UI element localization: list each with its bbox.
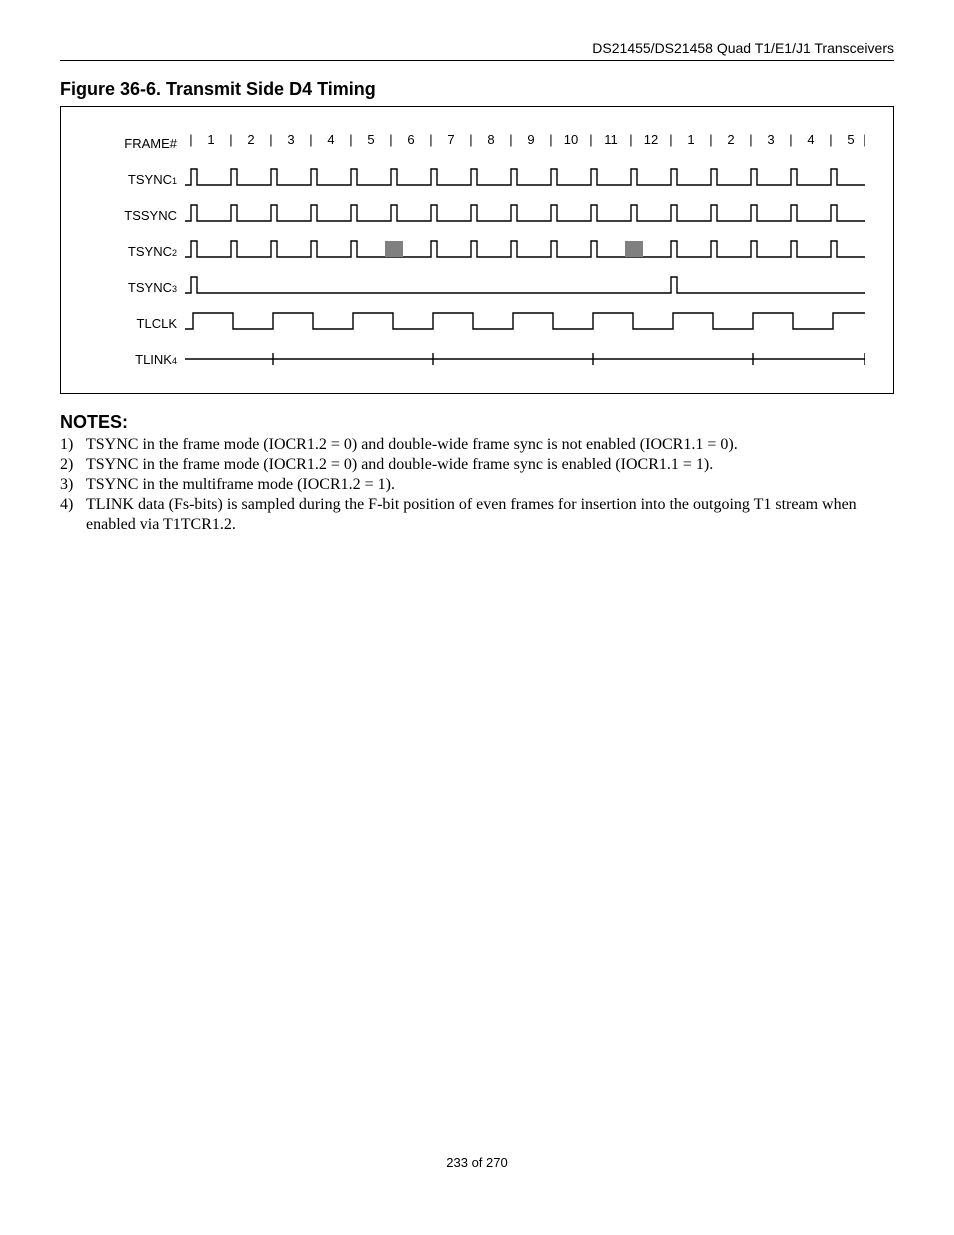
svg-text:|: | (789, 132, 792, 147)
note-item: 3) TSYNC in the multiframe mode (IOCR1.2… (60, 475, 894, 495)
note-item: 4) TLINK data (Fs-bits) is sampled durin… (60, 495, 894, 535)
frame-num: 8 (487, 132, 494, 147)
notes-list: 1) TSYNC in the frame mode (IOCR1.2 = 0)… (60, 435, 894, 535)
svg-text:|: | (469, 132, 472, 147)
waveform-tlclk (185, 309, 879, 337)
frame-num: 10 (564, 132, 578, 147)
doc-header: DS21455/DS21458 Quad T1/E1/J1 Transceive… (60, 40, 894, 56)
frame-num: 12 (644, 132, 658, 147)
svg-text:|: | (509, 132, 512, 147)
waveform-tlink4 (185, 345, 879, 373)
svg-text:|: | (669, 132, 672, 147)
frame-num: 5 (367, 132, 374, 147)
frame-num: 4 (327, 132, 334, 147)
svg-text:|: | (349, 132, 352, 147)
waveform-tsync3 (185, 273, 879, 301)
notes-heading: NOTES: (60, 412, 894, 433)
frame-num: 7 (447, 132, 454, 147)
svg-text:|: | (829, 132, 832, 147)
signal-label: TLINK4 (75, 352, 185, 367)
signal-row-tsync1: TSYNC1 (75, 165, 879, 193)
header-rule (60, 60, 894, 61)
frame-num: 2 (247, 132, 254, 147)
frame-num: 9 (527, 132, 534, 147)
signal-label: TLCLK (75, 316, 185, 331)
svg-text:|: | (863, 132, 865, 147)
signal-row-tlclk: TLCLK (75, 309, 879, 337)
waveform-tssync (185, 201, 879, 229)
svg-text:|: | (189, 132, 192, 147)
svg-text:|: | (589, 132, 592, 147)
frame-num: 3 (767, 132, 774, 147)
svg-text:|: | (549, 132, 552, 147)
signal-label: TSSYNC (75, 208, 185, 223)
signal-row-tsync2: TSYNC2 (75, 237, 879, 265)
signal-label: TSYNC2 (75, 244, 185, 259)
page-footer: 233 of 270 (60, 1155, 894, 1170)
timing-diagram: FRAME# | 1 | 2 | 3 | 4 | 5 | 6 | 7 (60, 106, 894, 394)
svg-text:|: | (629, 132, 632, 147)
waveform-tsync1 (185, 165, 879, 193)
signal-row-tlink4: TLINK4 (75, 345, 879, 373)
waveform-tsync2 (185, 237, 879, 265)
svg-text:|: | (309, 132, 312, 147)
frame-num: 1 (207, 132, 214, 147)
frame-num: 6 (407, 132, 414, 147)
frame-num: 5 (847, 132, 854, 147)
svg-text:|: | (429, 132, 432, 147)
frame-num: 1 (687, 132, 694, 147)
signal-row-tsync3: TSYNC3 (75, 273, 879, 301)
svg-text:|: | (389, 132, 392, 147)
frame-num: 2 (727, 132, 734, 147)
signal-label: TSYNC1 (75, 172, 185, 187)
signal-label: TSYNC3 (75, 280, 185, 295)
svg-text:|: | (749, 132, 752, 147)
svg-text:|: | (229, 132, 232, 147)
svg-text:|: | (269, 132, 272, 147)
frame-num: 11 (604, 132, 618, 147)
figure-title: Figure 36-6. Transmit Side D4 Timing (60, 79, 894, 100)
frame-row: FRAME# | 1 | 2 | 3 | 4 | 5 | 6 | 7 (75, 129, 879, 157)
signal-row-tssync: TSSYNC (75, 201, 879, 229)
frame-num: 4 (807, 132, 814, 147)
frame-label: FRAME# (75, 136, 185, 151)
svg-text:|: | (709, 132, 712, 147)
frame-numbers: | 1 | 2 | 3 | 4 | 5 | 6 | 7 | 8 | (185, 129, 879, 157)
note-item: 2) TSYNC in the frame mode (IOCR1.2 = 0)… (60, 455, 894, 475)
note-item: 1) TSYNC in the frame mode (IOCR1.2 = 0)… (60, 435, 894, 455)
frame-num: 3 (287, 132, 294, 147)
